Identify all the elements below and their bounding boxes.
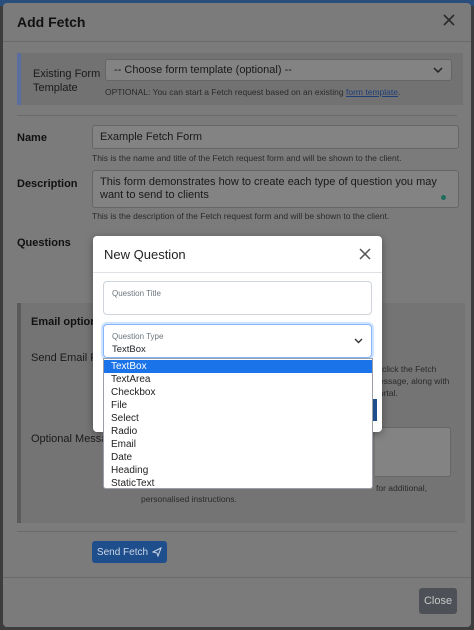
option-checkbox[interactable]: Checkbox (104, 386, 372, 399)
close-button[interactable]: Close (419, 588, 457, 614)
option-date[interactable]: Date (104, 451, 372, 464)
option-textarea[interactable]: TextArea (104, 373, 372, 386)
question-type-value: TextBox (112, 344, 146, 355)
send-fetch-label: Send Fetch (96, 546, 149, 558)
question-type-label: Question Type (112, 332, 164, 341)
description-help: This is the description of the Fetch req… (92, 211, 390, 221)
description-label: Description (17, 178, 78, 190)
modal-title: Add Fetch (17, 14, 86, 30)
chevron-down-icon (354, 338, 363, 344)
modal-header: Add Fetch (3, 3, 471, 42)
close-icon[interactable] (358, 247, 372, 261)
send-email-help-1: click the Fetch (382, 364, 437, 374)
send-fetch-button[interactable]: Send Fetch (92, 541, 167, 563)
send-email-help-2: essage, along with (379, 376, 450, 386)
template-help-suffix: . (397, 87, 401, 97)
template-select-value: -- Choose form template (optional) -- (114, 64, 292, 76)
template-label: Existing Form Template (33, 68, 101, 94)
optional-help-1: for additional, (376, 483, 428, 493)
option-email[interactable]: Email (104, 438, 372, 451)
question-type-options: TextBox TextArea Checkbox File Select Radio Em… (103, 358, 373, 489)
option-select[interactable]: Select (104, 412, 372, 425)
inner-save-button[interactable] (373, 399, 377, 421)
optional-help-2: personalised instructions. (141, 494, 237, 504)
option-radio[interactable]: Radio (104, 425, 372, 438)
new-question-title: New Question (104, 247, 186, 262)
template-help: OPTIONAL: You can start a Fetch request … (105, 87, 400, 97)
new-question-header: New Question (93, 236, 382, 273)
chevron-down-icon (433, 67, 443, 74)
template-help-text: OPTIONAL: You can start a Fetch request … (105, 87, 344, 97)
divider (17, 115, 457, 116)
description-value: This form demonstrates how to create eac… (100, 176, 437, 201)
footer-divider (3, 577, 471, 578)
optional-message-input[interactable] (375, 427, 451, 477)
option-heading[interactable]: Heading (104, 464, 372, 477)
question-title-input[interactable]: Question Title (103, 281, 372, 315)
template-section: Existing Form Template -- Choose form te… (17, 53, 463, 105)
template-select[interactable]: -- Choose form template (optional) -- (105, 59, 452, 81)
paper-plane-icon (152, 547, 162, 557)
question-type-select[interactable]: Question Type TextBox (103, 324, 372, 358)
name-input[interactable]: Example Fetch Form (92, 125, 459, 149)
option-textbox[interactable]: TextBox (104, 360, 372, 373)
questions-label: Questions (17, 237, 71, 249)
option-statictext[interactable]: StaticText (104, 477, 372, 490)
description-input[interactable]: This form demonstrates how to create eac… (92, 170, 459, 208)
form-template-link[interactable]: form template (346, 87, 398, 97)
option-file[interactable]: File (104, 399, 372, 412)
close-icon[interactable] (441, 12, 457, 28)
question-title-label: Question Title (112, 289, 161, 298)
name-label: Name (17, 132, 47, 144)
name-help: This is the name and title of the Fetch … (92, 153, 402, 163)
divider (17, 531, 457, 532)
grammar-dot-icon (441, 195, 446, 200)
